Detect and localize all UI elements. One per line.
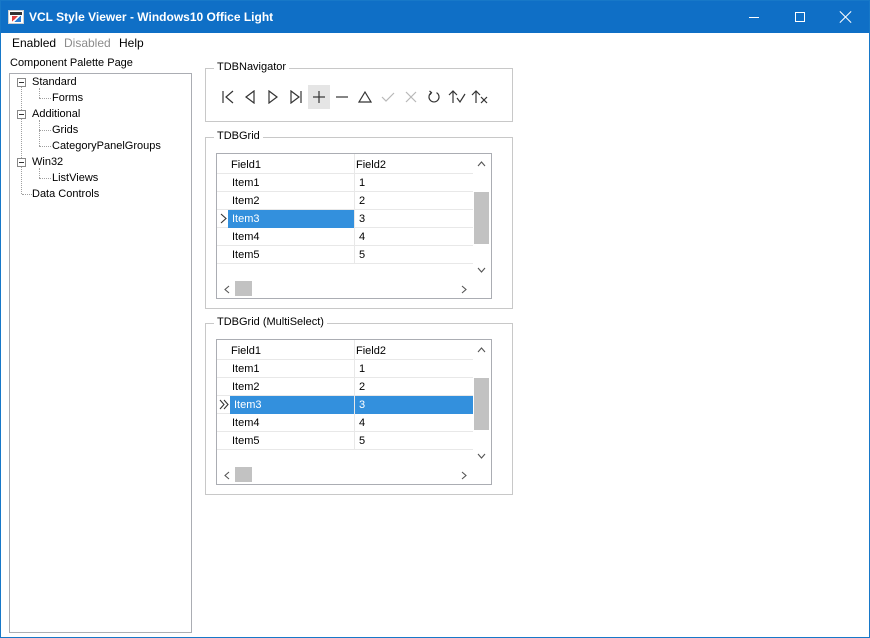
scroll-down-icon[interactable] <box>477 267 486 273</box>
tree-node-data-controls[interactable]: Data Controls <box>32 188 99 200</box>
next-icon <box>268 90 278 104</box>
tree-node-standard[interactable]: Standard <box>32 76 77 88</box>
refresh-icon <box>428 90 440 103</box>
tree-node-grids[interactable]: Grids <box>52 124 78 136</box>
grid2-cell[interactable]: Item2 <box>228 378 354 396</box>
first-icon <box>222 90 234 104</box>
close-button[interactable] <box>823 1 869 33</box>
menu-help[interactable]: Help <box>119 36 144 50</box>
scroll-left-icon[interactable] <box>224 285 230 294</box>
scroll-right-icon[interactable] <box>461 471 467 480</box>
grid1-vscroll-thumb[interactable] <box>474 192 489 244</box>
window-title: VCL Style Viewer - Windows10 Office Ligh… <box>29 10 274 24</box>
grid1-header-field1[interactable]: Field1 <box>227 156 353 174</box>
grid1-cell[interactable]: 1 <box>355 174 473 192</box>
maximize-icon <box>795 12 805 22</box>
win32-collapse-icon[interactable] <box>17 158 26 167</box>
menu-disabled[interactable]: Disabled <box>64 36 111 50</box>
grid2-cell-selected[interactable]: Item3 <box>230 396 354 414</box>
grid2-cell[interactable]: 4 <box>355 414 473 432</box>
nav-post-button[interactable] <box>377 85 399 109</box>
grid2-vscroll-thumb[interactable] <box>474 378 489 430</box>
grid1-cell[interactable]: Item5 <box>228 246 354 264</box>
edit-icon <box>358 90 372 103</box>
scroll-left-icon[interactable] <box>224 471 230 480</box>
palette-tree[interactable]: Standard Forms Additional Grids Category… <box>9 73 192 633</box>
nav-prior-button[interactable] <box>239 85 261 109</box>
grid1-cell-selected[interactable]: Item3 <box>228 210 354 228</box>
grid2-cell[interactable]: Item5 <box>228 432 354 450</box>
grid2-hscroll-thumb[interactable] <box>235 467 252 482</box>
grid1-cell[interactable]: 3 <box>355 210 473 228</box>
tree-node-forms[interactable]: Forms <box>52 92 83 104</box>
scroll-up-icon[interactable] <box>477 347 486 353</box>
nav-refresh-button[interactable] <box>423 85 445 109</box>
grid2-cell[interactable]: 5 <box>355 432 473 450</box>
nav-apply-updates-button[interactable] <box>446 85 468 109</box>
nav-edit-button[interactable] <box>354 85 376 109</box>
grid2-cell[interactable]: 1 <box>355 360 473 378</box>
grid2-vertical-scrollbar[interactable] <box>473 340 490 466</box>
standard-collapse-icon[interactable] <box>17 78 26 87</box>
post-icon <box>381 92 395 102</box>
grid1-cell[interactable]: 2 <box>355 192 473 210</box>
apply-updates-icon <box>448 90 466 104</box>
menu-enabled[interactable]: Enabled <box>12 36 56 50</box>
grid1-horizontal-scrollbar[interactable] <box>217 280 491 298</box>
grid2-horizontal-scrollbar[interactable] <box>217 466 491 484</box>
minimize-button[interactable] <box>731 1 777 33</box>
tree-node-categorypanelgroups[interactable]: CategoryPanelGroups <box>52 140 161 152</box>
grid1-cell[interactable]: 4 <box>355 228 473 246</box>
maximize-button[interactable] <box>777 1 823 33</box>
grid2-cell[interactable]: 2 <box>355 378 473 396</box>
menu-bar: Enabled Disabled Help <box>1 33 869 53</box>
nav-insert-button[interactable] <box>308 85 330 109</box>
close-icon <box>840 11 852 23</box>
grid2-group-title: TDBGrid (MultiSelect) <box>214 316 327 328</box>
tree-node-listviews[interactable]: ListViews <box>52 172 98 184</box>
nav-last-button[interactable] <box>285 85 307 109</box>
grid2-header-field1[interactable]: Field1 <box>227 342 353 360</box>
cancel-updates-icon <box>471 90 488 104</box>
grid1-vertical-scrollbar[interactable] <box>473 154 490 280</box>
navigator-group-title: TDBNavigator <box>214 61 290 73</box>
additional-collapse-icon[interactable] <box>17 110 26 119</box>
prior-icon <box>245 90 255 104</box>
title-bar[interactable]: VCL Style Viewer - Windows10 Office Ligh… <box>1 1 869 33</box>
minimize-icon <box>749 16 759 18</box>
nav-cancel-updates-button[interactable] <box>469 85 491 109</box>
scroll-right-icon[interactable] <box>461 285 467 294</box>
app-icon[interactable] <box>8 10 24 24</box>
grid1-cell[interactable]: Item1 <box>228 174 354 192</box>
palette-label: Component Palette Page <box>10 57 133 69</box>
nav-delete-button[interactable] <box>331 85 353 109</box>
grid1-header-field2[interactable]: Field2 <box>352 156 472 174</box>
grid1-group-title: TDBGrid <box>214 130 263 142</box>
grid1-cell[interactable]: 5 <box>355 246 473 264</box>
nav-first-button[interactable] <box>217 85 239 109</box>
nav-cancel-button[interactable] <box>400 85 422 109</box>
grid1-hscroll-thumb[interactable] <box>235 281 252 296</box>
grid2-header-field2[interactable]: Field2 <box>352 342 472 360</box>
app-window: VCL Style Viewer - Windows10 Office Ligh… <box>0 0 870 638</box>
cancel-icon <box>405 91 417 103</box>
grid2-cell-selected[interactable]: 3 <box>355 396 473 414</box>
scroll-up-icon[interactable] <box>477 161 486 167</box>
grid2[interactable]: Field1 Field2 Item1 1 Item2 2 Item3 3 It… <box>216 339 492 485</box>
multi-select-indicator-icon <box>219 399 229 410</box>
grid1-cell[interactable]: Item4 <box>228 228 354 246</box>
row-indicator-icon <box>220 213 227 224</box>
grid1-cell[interactable]: Item2 <box>228 192 354 210</box>
delete-icon <box>336 96 348 98</box>
nav-next-button[interactable] <box>262 85 284 109</box>
tree-node-additional[interactable]: Additional <box>32 108 80 120</box>
last-icon <box>290 90 302 104</box>
tree-node-win32[interactable]: Win32 <box>32 156 63 168</box>
grid2-cell[interactable]: Item4 <box>228 414 354 432</box>
scroll-down-icon[interactable] <box>477 453 486 459</box>
grid2-cell[interactable]: Item1 <box>228 360 354 378</box>
grid1[interactable]: Field1 Field2 Item1 1 Item2 2 Item3 3 It… <box>216 153 492 299</box>
insert-icon <box>313 91 325 103</box>
